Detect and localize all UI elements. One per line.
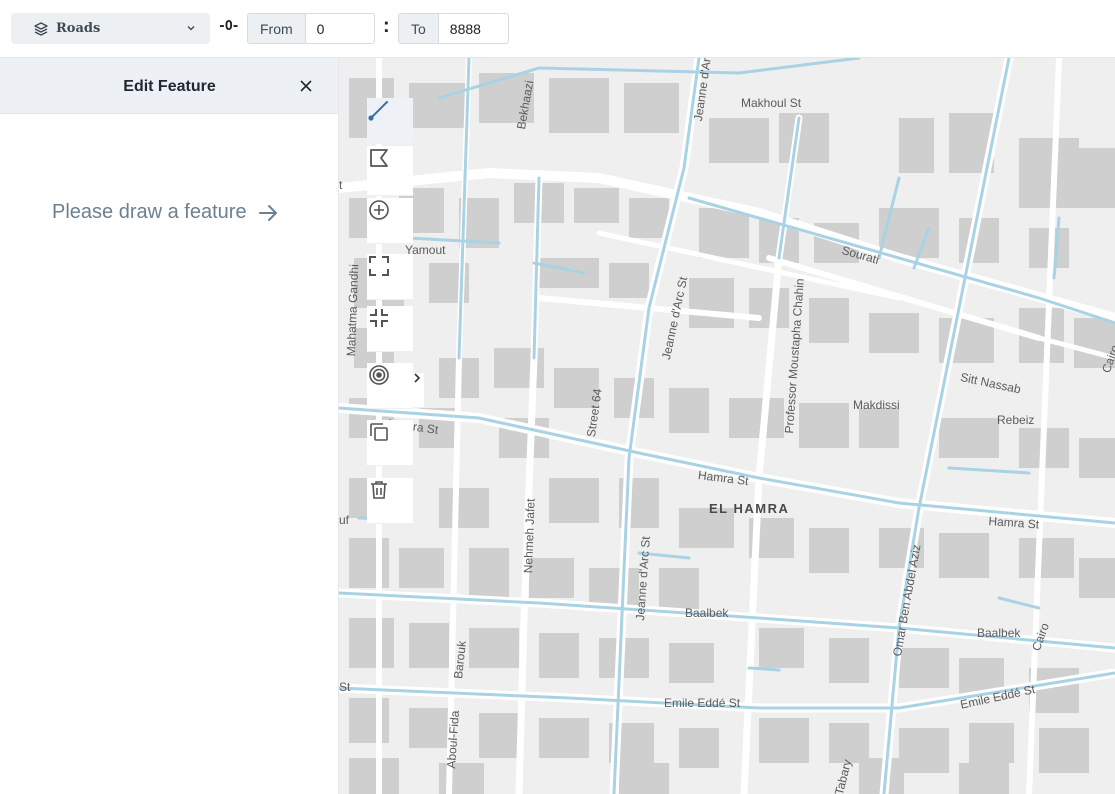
duplicate-button[interactable]: [367, 420, 413, 466]
compress-icon: [370, 309, 388, 327]
street-label: Nehmeh Jafet: [521, 498, 538, 574]
from-input[interactable]: 0: [306, 14, 374, 43]
add-point-button[interactable]: [367, 198, 413, 244]
draw-prompt-text: Please draw a feature: [52, 201, 247, 223]
fullscreen-button[interactable]: [367, 254, 413, 300]
to-label: To: [399, 14, 439, 43]
layers-icon: [34, 22, 48, 36]
street-label: Emile Eddé St: [664, 696, 741, 710]
layer-select-label: Roads: [56, 21, 101, 36]
street-label: Makhoul St: [741, 96, 802, 110]
exit-fullscreen-button[interactable]: [367, 306, 413, 352]
range-separator: :: [383, 15, 390, 37]
expand-icon: [369, 256, 389, 276]
edit-feature-panel: Edit Feature Please draw a feature: [0, 58, 339, 794]
map-canvas[interactable]: Makhoul St Bekhaazi Jeanne d'Arc Sourati…: [339, 58, 1115, 794]
link-icon: -O-: [218, 19, 240, 34]
draw-polygon-button[interactable]: [367, 146, 413, 196]
target-button[interactable]: [367, 363, 413, 409]
from-range: From 0: [247, 13, 375, 44]
street-label: t: [339, 178, 343, 192]
copy-icon: [370, 423, 388, 441]
layer-select[interactable]: Roads: [11, 13, 210, 44]
district-label: EL HAMRA: [709, 501, 790, 516]
polygon-draw-icon: [370, 149, 388, 167]
to-input[interactable]: 8888: [439, 14, 508, 43]
street-label: St: [339, 680, 351, 694]
arrow-right-icon: [258, 204, 277, 221]
draw-prompt: Please draw a feature: [52, 201, 279, 224]
panel-header: Edit Feature: [0, 58, 338, 114]
delete-button[interactable]: [367, 478, 413, 524]
close-icon[interactable]: [299, 79, 313, 93]
draw-line-button[interactable]: [367, 98, 413, 144]
street-label: Makdissi: [853, 398, 900, 412]
street-label: Baalbek: [685, 606, 729, 620]
panel-title: Edit Feature: [123, 78, 216, 95]
trash-icon: [371, 481, 387, 499]
to-range: To 8888: [398, 13, 509, 44]
street-label: Baalbek: [977, 626, 1021, 640]
chevron-right-icon[interactable]: [413, 373, 424, 407]
chevron-down-icon: [187, 26, 195, 31]
target-icon: [369, 365, 389, 385]
street-label: uf: [339, 513, 350, 527]
top-bar: Roads -O- From 0 : To 8888: [0, 0, 1115, 58]
street-label: Rebeiz: [997, 413, 1035, 427]
from-label: From: [248, 14, 306, 43]
plus-circle-icon: [369, 200, 389, 220]
line-draw-icon: [368, 101, 388, 121]
